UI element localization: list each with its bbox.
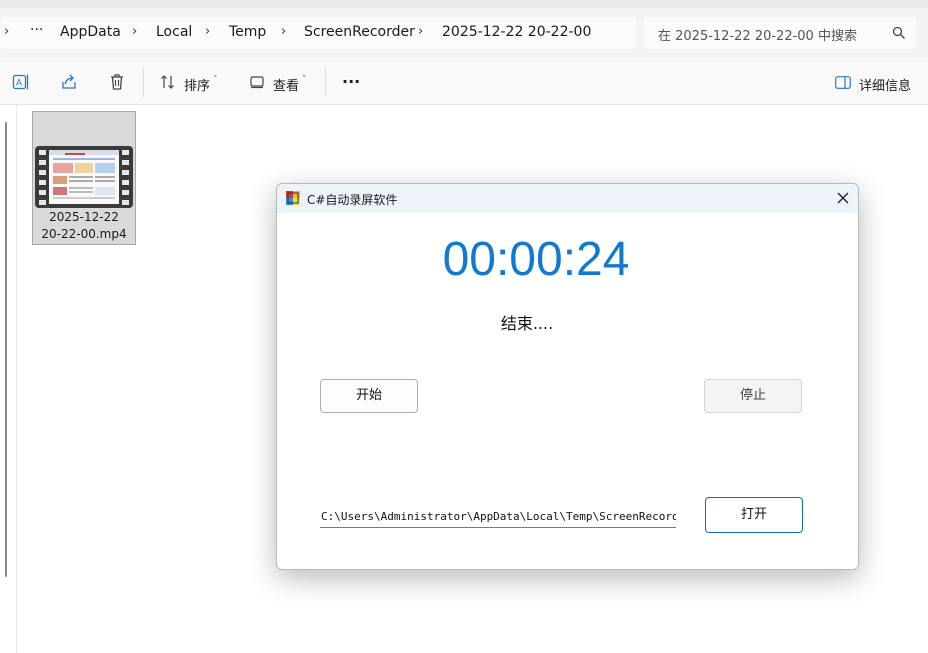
close-icon[interactable] [837, 192, 849, 204]
view-icon[interactable] [250, 75, 264, 89]
search-icon[interactable] [892, 26, 906, 40]
title-strip [0, 0, 928, 8]
sort-icon[interactable] [160, 74, 176, 90]
breadcrumb-current-folder[interactable]: 2025-12-22 20-22-00 [442, 24, 591, 40]
app-icon [285, 190, 301, 206]
breadcrumb-temp[interactable]: Temp [229, 24, 266, 40]
toolbar-separator [325, 67, 326, 97]
breadcrumb-local[interactable]: Local [156, 24, 192, 40]
dialog-title: C#自动录屏软件 [307, 193, 398, 207]
search-input[interactable]: 在 2025-12-22 20-22-00 中搜索 [658, 25, 857, 44]
output-path-value: C:\Users\Administrator\AppData\Local\Tem… [321, 510, 676, 523]
chevron-down-icon[interactable]: ˅ [302, 75, 307, 85]
rename-icon[interactable]: A [12, 73, 30, 91]
breadcrumb-appdata[interactable]: AppData [60, 24, 121, 40]
file-name-line2: 20-22-00.mp4 [41, 227, 127, 241]
nav-pane-divider [16, 104, 17, 653]
delete-icon[interactable] [108, 73, 126, 91]
details-pane-icon[interactable] [835, 76, 851, 89]
chevron-right-icon[interactable]: › [4, 24, 9, 39]
toolbar-separator [143, 67, 144, 97]
share-icon[interactable] [60, 73, 78, 91]
details-button[interactable]: 详细信息 [859, 75, 911, 94]
start-button[interactable]: 开始 [320, 379, 418, 413]
chevron-right-icon[interactable]: › [132, 24, 137, 39]
view-button[interactable]: 查看 [273, 75, 299, 94]
stop-button[interactable]: 停止 [704, 379, 802, 413]
open-button[interactable]: 打开 [705, 497, 803, 533]
file-name-line1: 2025-12-22 [49, 210, 119, 224]
elapsed-time: 00:00:24 [442, 233, 630, 286]
more-options-button[interactable]: ··· [342, 72, 360, 91]
sort-button[interactable]: 排序 [184, 75, 210, 94]
status-label: 结束.... [500, 314, 554, 333]
chevron-right-icon[interactable]: › [281, 24, 286, 39]
output-path-field[interactable]: C:\Users\Administrator\AppData\Local\Tem… [320, 508, 676, 528]
video-file-icon[interactable] [35, 146, 133, 208]
breadcrumb-screenrecorder[interactable]: ScreenRecorder [304, 24, 415, 40]
recorder-dialog: C#自动录屏软件 00:00:24 结束.... 开始 停止 C:\Users\… [276, 183, 859, 570]
command-bar [0, 58, 928, 105]
nav-scrollbar[interactable] [5, 122, 7, 577]
file-name-label: 2025-12-22 20-22-00.mp4 [32, 209, 136, 243]
chevron-right-icon[interactable]: › [205, 24, 210, 39]
chevron-right-icon[interactable]: › [418, 24, 423, 39]
chevron-down-icon[interactable]: ˅ [213, 75, 218, 85]
more-crumbs-button[interactable]: ··· [30, 22, 43, 38]
svg-text:A: A [16, 78, 22, 88]
